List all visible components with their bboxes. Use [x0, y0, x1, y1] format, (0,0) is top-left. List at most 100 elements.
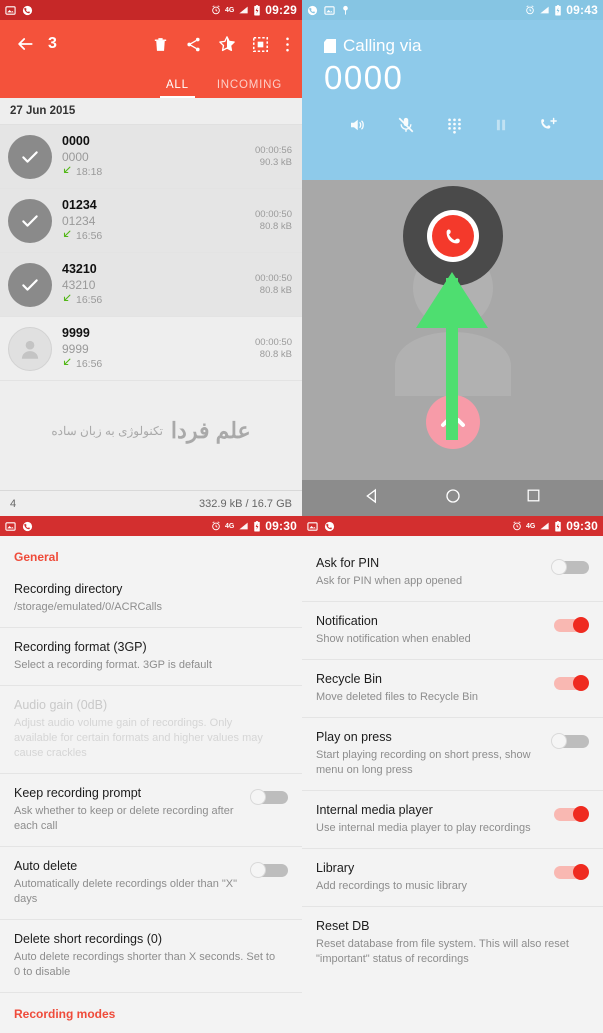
setting-subtitle: Add recordings to music library — [316, 880, 468, 892]
toggle-switch[interactable] — [551, 617, 589, 633]
speaker-icon[interactable] — [348, 116, 366, 139]
setting-subtitle: Start playing recording on short press, … — [316, 749, 531, 776]
call-time: 16:56 — [76, 294, 103, 306]
toggle-switch[interactable] — [250, 862, 288, 878]
toggle-switch[interactable] — [551, 733, 589, 749]
setting-delete-short-recordings[interactable]: Delete short recordings (0) Auto delete … — [0, 920, 302, 993]
select-all-icon[interactable] — [252, 36, 269, 53]
table-row[interactable]: 9999 9999 16:56 00:00:50 80.8 kB — [0, 317, 302, 381]
swipe-up-icon — [440, 418, 465, 427]
setting-internal-media-player[interactable]: Internal media player Use internal media… — [302, 791, 603, 849]
swipe-up-button[interactable] — [425, 395, 480, 449]
setting-title: Auto delete — [14, 859, 78, 873]
status-bar: 4G 09:29 — [0, 0, 302, 20]
delete-icon[interactable] — [152, 36, 169, 53]
setting-subtitle: Automatically delete recordings older th… — [14, 878, 238, 905]
setting-recording-format[interactable]: Recording format (3GP) Select a recordin… — [0, 628, 302, 686]
setting-play-on-press[interactable]: Play on press Start playing recording on… — [302, 718, 603, 791]
avatar-selected[interactable] — [8, 134, 52, 179]
setting-title: Reset DB — [316, 919, 370, 933]
call-recorder-icon — [22, 5, 33, 16]
status-time: 09:30 — [566, 519, 598, 533]
incoming-call-icon — [62, 357, 72, 371]
alarm-icon — [211, 521, 221, 531]
setting-title: Internal media player — [316, 803, 433, 817]
setting-ask-for-pin[interactable]: Ask for PIN Ask for PIN when app opened — [302, 544, 603, 602]
setting-subtitle: /storage/emulated/0/ACRCalls — [14, 601, 162, 613]
setting-subtitle: Show notification when enabled — [316, 633, 471, 645]
setting-subtitle: Select a recording format. 3GP is defaul… — [14, 659, 212, 671]
call-number: 01234 — [62, 214, 96, 228]
call-recorder-icon — [22, 521, 33, 532]
status-time: 09:30 — [265, 519, 297, 533]
section-header-general: General — [14, 550, 59, 564]
home-nav-icon[interactable] — [445, 488, 461, 509]
setting-recording-directory[interactable]: Recording directory /storage/emulated/0/… — [0, 570, 302, 628]
toggle-switch[interactable] — [551, 806, 589, 822]
settings-list: General Recording directory /storage/emu… — [0, 536, 302, 1033]
pause-icon[interactable] — [494, 117, 508, 138]
signal-icon — [238, 521, 249, 531]
setting-subtitle: Move deleted files to Recycle Bin — [316, 691, 479, 703]
dialpad-icon[interactable] — [446, 117, 463, 139]
avatar-selected[interactable] — [8, 198, 52, 243]
setting-title: Recording format (3GP) — [14, 640, 147, 654]
toggle-switch[interactable] — [551, 559, 589, 575]
decline-call-button[interactable] — [402, 186, 503, 286]
setting-audio-gain: Audio gain (0dB) Adjust audio volume gai… — [0, 686, 302, 774]
add-call-icon[interactable] — [539, 116, 558, 139]
sim-card-icon — [324, 39, 336, 53]
watermark-sub: تکنولوژی به زبان ساده — [51, 424, 163, 438]
setting-notification[interactable]: Notification Show notification when enab… — [302, 602, 603, 660]
setting-library[interactable]: Library Add recordings to music library — [302, 849, 603, 907]
call-size: 80.8 kB — [259, 284, 292, 296]
table-row[interactable]: 0000 0000 18:18 00:00:56 90.3 kB — [0, 125, 302, 189]
setting-subtitle: Use internal media player to play record… — [316, 822, 531, 834]
decline-call-icon — [426, 210, 479, 262]
setting-title: Ask for PIN — [316, 556, 380, 570]
setting-keep-recording-prompt[interactable]: Keep recording prompt Ask whether to kee… — [0, 774, 302, 847]
star-half-icon[interactable] — [218, 35, 236, 53]
alarm-icon — [525, 5, 535, 15]
call-name: 43210 — [62, 262, 97, 276]
signal-icon — [539, 521, 550, 531]
table-row[interactable]: 01234 01234 16:56 00:00:50 80.8 kB — [0, 189, 302, 253]
overflow-menu-icon[interactable] — [285, 36, 290, 53]
setting-reset-db[interactable]: Reset DB Reset database from file system… — [302, 907, 603, 979]
avatar-selected[interactable] — [8, 262, 52, 307]
status-time: 09:43 — [566, 3, 598, 17]
setting-subtitle: Ask whether to keep or delete recording … — [14, 805, 234, 832]
call-duration: 00:00:50 — [255, 208, 292, 220]
section-header-recording-modes[interactable]: Recording modes — [0, 993, 302, 1033]
tab-incoming[interactable]: INCOMING — [203, 79, 296, 98]
incoming-call-icon — [62, 165, 72, 179]
setting-title: Play on press — [316, 730, 392, 744]
mute-mic-icon[interactable] — [397, 116, 415, 139]
call-duration: 00:00:50 — [255, 272, 292, 284]
screenshot-icon — [324, 5, 335, 16]
selected-count: 3 — [48, 35, 57, 52]
status-bar: 4G 09:30 — [302, 516, 603, 536]
tab-all[interactable]: ALL — [152, 79, 203, 98]
call-number: 0000 — [62, 150, 89, 164]
setting-subtitle: Adjust audio volume gain of recordings. … — [14, 717, 263, 759]
call-time: 18:18 — [76, 166, 103, 178]
back-button[interactable] — [8, 34, 42, 54]
table-row[interactable]: 43210 43210 16:56 00:00:50 80.8 kB — [0, 253, 302, 317]
avatar[interactable] — [8, 326, 52, 371]
setting-title: Library — [316, 861, 355, 875]
call-list: 0000 0000 18:18 00:00:56 90.3 kB 01234 0… — [0, 125, 302, 381]
share-icon[interactable] — [185, 36, 202, 53]
setting-recycle-bin[interactable]: Recycle Bin Move deleted files to Recycl… — [302, 660, 603, 718]
call-header: Calling via 0000 — [302, 20, 603, 180]
back-nav-icon[interactable] — [364, 488, 380, 509]
alarm-icon — [512, 521, 522, 531]
location-icon — [341, 5, 350, 16]
toggle-switch[interactable] — [250, 789, 288, 805]
recents-nav-icon[interactable] — [526, 488, 541, 508]
setting-auto-delete[interactable]: Auto delete Automatically delete recordi… — [0, 847, 302, 920]
network-4g-icon: 4G — [224, 522, 235, 530]
setting-title: Delete short recordings (0) — [14, 932, 162, 946]
toggle-switch[interactable] — [551, 675, 589, 691]
toggle-switch[interactable] — [551, 864, 589, 880]
